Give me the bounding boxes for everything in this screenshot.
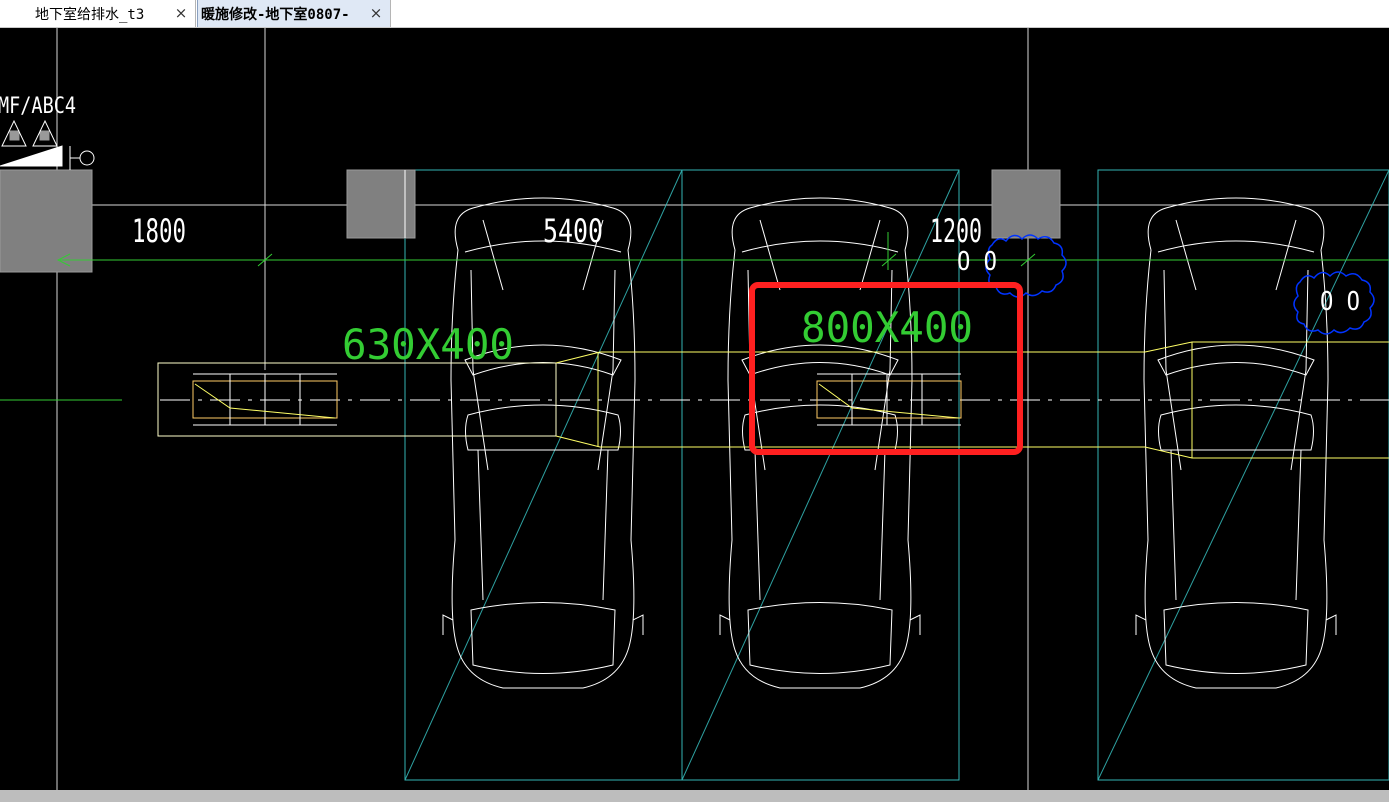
tab-label: 地下室给排水_t3: [35, 6, 145, 23]
document-tab-bar: 地下室给排水_t3 × 暖施修改-地下室0807- ×: [0, 0, 1389, 28]
horizontal-scrollbar[interactable]: [0, 790, 1389, 802]
parked-car: [442, 197, 644, 689]
revision-cloud: [985, 234, 1375, 335]
dimension-1800: 1800: [132, 212, 186, 250]
green-pipe-lines: [0, 232, 1389, 401]
duct-size-label: 630X400: [342, 320, 514, 369]
cloud-label: O O: [957, 247, 997, 277]
dimension-5400: 5400: [543, 212, 603, 250]
fire-extinguisher-icon: [0, 119, 95, 170]
cad-drawing-canvas[interactable]: MF/ABC4 1800 5400 1200 630X400 800X400 O…: [0, 28, 1389, 790]
close-icon[interactable]: ×: [368, 5, 384, 21]
close-icon[interactable]: ×: [173, 5, 189, 21]
parked-car: [1135, 197, 1337, 689]
tab-label: 暖施修改-地下室0807-: [201, 6, 350, 23]
document-tab-drainage[interactable]: 地下室给排水_t3 ×: [0, 0, 196, 27]
cloud-label: O O: [1320, 287, 1360, 317]
document-tab-hvac-active[interactable]: 暖施修改-地下室0807- ×: [197, 0, 391, 27]
equipment-tag: MF/ABC4: [0, 94, 76, 119]
duct-size-label-highlighted: 800X400: [801, 303, 973, 352]
dimension-1200: 1200: [930, 212, 982, 250]
